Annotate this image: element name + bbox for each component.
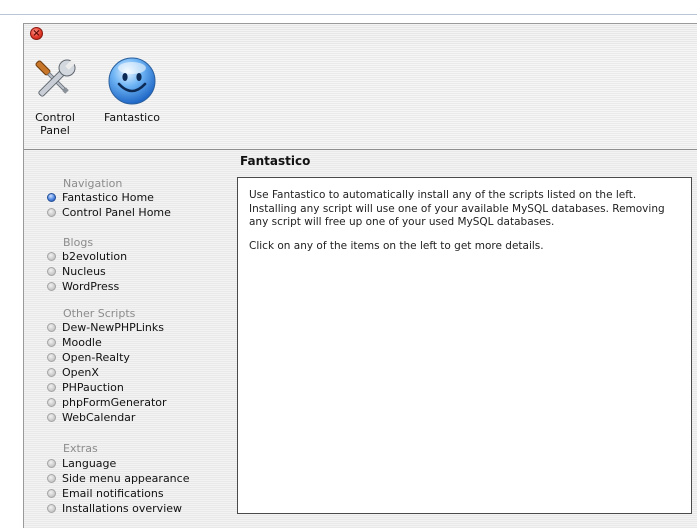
fantastico-button[interactable]: Fantastico — [96, 50, 168, 124]
other-scripts-heading: Other Scripts — [63, 307, 136, 320]
bullet-icon — [47, 504, 56, 513]
content-area: Navigation Fantastico Home Control Panel… — [24, 150, 697, 528]
app-window: × Control Panel Fantastico Navigation Fa… — [23, 23, 697, 528]
sidebar-item-email-notifications[interactable]: Email notifications — [47, 487, 164, 501]
sidebar: Navigation Fantastico Home Control Panel… — [24, 150, 232, 528]
sidebar-item-fantastico-home[interactable]: Fantastico Home — [47, 191, 154, 205]
active-bullet-icon — [47, 193, 56, 202]
bullet-icon — [47, 323, 56, 332]
sidebar-item-phpauction[interactable]: PHPauction — [47, 381, 124, 395]
page-title: Fantastico — [240, 154, 311, 168]
sidebar-item-webcalendar[interactable]: WebCalendar — [47, 411, 135, 425]
sidebar-item-control-panel-home[interactable]: Control Panel Home — [47, 206, 171, 220]
blogs-heading: Blogs — [63, 236, 94, 249]
bullet-icon — [47, 413, 56, 422]
bullet-icon — [47, 252, 56, 261]
sidebar-item-nucleus[interactable]: Nucleus — [47, 265, 106, 279]
fantastico-label: Fantastico — [104, 111, 160, 124]
bullet-icon — [47, 383, 56, 392]
sidebar-item-wordpress[interactable]: WordPress — [47, 280, 119, 294]
close-icon: × — [32, 28, 41, 39]
bullet-icon — [47, 489, 56, 498]
top-divider — [0, 14, 697, 15]
tools-icon — [28, 53, 82, 107]
info-panel: Use Fantastico to automatically install … — [237, 177, 692, 514]
bullet-icon — [47, 282, 56, 291]
sidebar-item-installations-overview[interactable]: Installations overview — [47, 502, 182, 516]
sidebar-item-language[interactable]: Language — [47, 457, 116, 471]
sidebar-item-moodle[interactable]: Moodle — [47, 336, 102, 350]
sidebar-item-dew-newphplinks[interactable]: Dew-NewPHPLinks — [47, 321, 164, 335]
bullet-icon — [47, 368, 56, 377]
extras-heading: Extras — [63, 442, 98, 455]
sidebar-item-open-realty[interactable]: Open-Realty — [47, 351, 130, 365]
bullet-icon — [47, 267, 56, 276]
navigation-heading: Navigation — [63, 177, 123, 190]
sidebar-item-side-menu-appearance[interactable]: Side menu appearance — [47, 472, 189, 486]
intro-paragraph: Use Fantastico to automatically install … — [249, 189, 665, 228]
smiley-icon — [105, 53, 159, 107]
title-bar: × — [24, 24, 697, 44]
toolbar: Control Panel Fantastico — [24, 44, 697, 150]
instructions-paragraph: Click on any of the items on the left to… — [249, 239, 544, 252]
sidebar-item-b2evolution[interactable]: b2evolution — [47, 250, 127, 264]
sidebar-item-phpformgenerator[interactable]: phpFormGenerator — [47, 396, 167, 410]
control-panel-button[interactable]: Control Panel — [26, 50, 84, 137]
bullet-icon — [47, 208, 56, 217]
bullet-icon — [47, 459, 56, 468]
bullet-icon — [47, 338, 56, 347]
bullet-icon — [47, 474, 56, 483]
close-button[interactable]: × — [30, 27, 43, 40]
control-panel-label: Control Panel — [35, 111, 75, 137]
sidebar-item-openx[interactable]: OpenX — [47, 366, 99, 380]
bullet-icon — [47, 398, 56, 407]
bullet-icon — [47, 353, 56, 362]
